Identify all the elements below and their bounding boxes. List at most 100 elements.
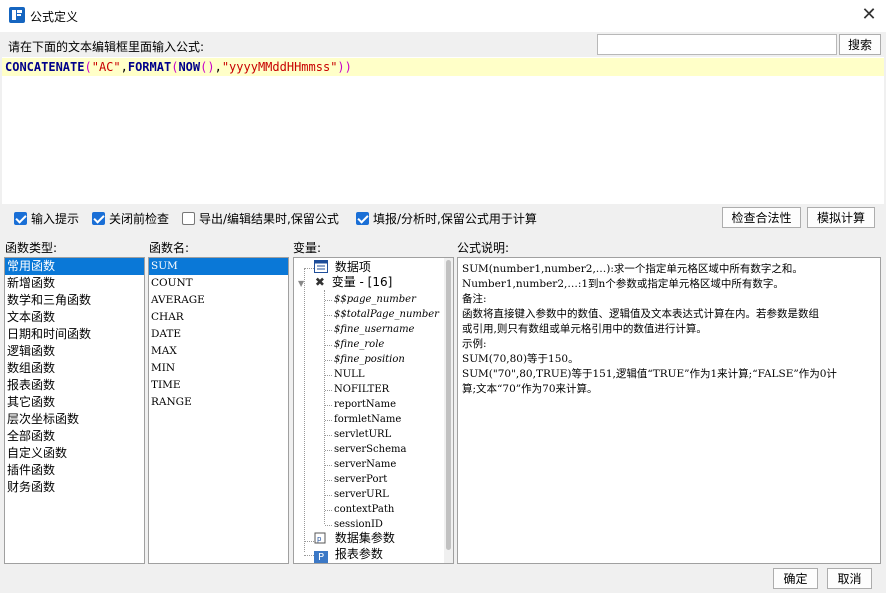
- func-name-item[interactable]: RANGE: [149, 394, 288, 411]
- variable-item[interactable]: serverSchema: [334, 442, 406, 457]
- description-line: SUM(number1,number2,…):求一个指定单元格区域中所有数字之和…: [462, 263, 803, 275]
- variable-item[interactable]: servletURL: [334, 427, 391, 442]
- editor-prompt: 请在下面的文本编辑框里面输入公式:: [8, 40, 205, 54]
- chevron-down-icon: ▼: [298, 279, 305, 288]
- simulate-calc-button[interactable]: 模拟计算: [807, 207, 875, 228]
- func-type-item[interactable]: 财务函数: [5, 479, 144, 496]
- func-name-item[interactable]: COUNT: [149, 275, 288, 292]
- formula-text[interactable]: CONCATENATE("AC",FORMAT(NOW(),"yyyyMMddH…: [2, 58, 884, 76]
- func-type-item[interactable]: 新增函数: [5, 275, 144, 292]
- variable-item[interactable]: $fine_position: [334, 352, 405, 367]
- formula-token: CONCATENATE: [5, 60, 85, 74]
- input-hint-label: 输入提示: [31, 211, 80, 226]
- variable-item[interactable]: NOFILTER: [334, 382, 389, 397]
- close-check-label: 关闭前检查: [109, 211, 170, 226]
- formula-editor[interactable]: CONCATENATE("AC",FORMAT(NOW(),"yyyyMMddH…: [2, 57, 884, 204]
- dataset-param-icon: p: [314, 532, 326, 544]
- input-hint-checkbox[interactable]: [14, 211, 27, 225]
- variable-item[interactable]: $fine_role: [334, 337, 384, 352]
- func-type-list[interactable]: 常用函数 新增函数 数学和三角函数 文本函数 日期和时间函数 逻辑函数 数组函数 报表函数 其它…: [4, 257, 145, 564]
- description-line: 函数将直接键入参数中的数值、逻辑值及文本表达式计算在内。若参数是数组: [462, 308, 819, 320]
- func-type-item[interactable]: 插件函数: [5, 462, 144, 479]
- report-param-icon: P: [314, 551, 328, 563]
- func-type-item[interactable]: 逻辑函数: [5, 343, 144, 360]
- func-type-item[interactable]: 其它函数: [5, 394, 144, 411]
- func-name-list[interactable]: SUM COUNT AVERAGE CHAR DATE MAX MIN TIME RANGE: [148, 257, 289, 564]
- formula-token: (): [200, 60, 215, 74]
- variable-item[interactable]: serverURL: [334, 487, 389, 502]
- tree-label-dataset: 数据项: [334, 260, 371, 274]
- svg-text:p: p: [317, 535, 322, 543]
- formula-description: SUM(number1,number2,…):求一个指定单元格区域中所有数字之和…: [457, 257, 881, 564]
- tree-node-dataset-params[interactable]: p 数据集参数: [314, 531, 395, 546]
- keep-formula-export-label: 导出/编辑结果时,保留公式: [199, 211, 339, 226]
- description-line: 备注:: [462, 293, 487, 305]
- variable-item[interactable]: contextPath: [334, 502, 394, 517]
- check-validity-button[interactable]: 检查合法性: [722, 207, 801, 228]
- variable-item[interactable]: serverPort: [334, 472, 387, 487]
- func-name-item[interactable]: MAX: [149, 343, 288, 360]
- formula-token: "AC": [91, 60, 121, 74]
- tree-label-variables: 变量 - [16]: [331, 275, 393, 289]
- description-line: 示例:: [462, 338, 487, 350]
- func-type-item[interactable]: 常用函数: [5, 258, 144, 275]
- option-close-check[interactable]: 关闭前检查: [92, 209, 169, 227]
- variable-item[interactable]: serverName: [334, 457, 396, 472]
- keep-formula-export-checkbox[interactable]: [182, 211, 195, 225]
- description-label: 公式说明:: [457, 241, 510, 255]
- close-check-checkbox[interactable]: [92, 211, 105, 225]
- cancel-button[interactable]: 取消: [827, 568, 872, 589]
- description-line: Number1,number2,…:1到n个参数或指定单元格区域中所有数字。: [462, 278, 784, 290]
- formula-token: NOW: [178, 60, 201, 74]
- variable-item[interactable]: sessionID: [334, 517, 383, 532]
- formula-token: "yyyyMMddHHmmss": [221, 60, 338, 74]
- variable-tree-scrollbar[interactable]: [444, 258, 453, 563]
- func-name-item[interactable]: SUM: [149, 258, 288, 275]
- func-type-item[interactable]: 报表函数: [5, 377, 144, 394]
- option-keep-formula-fill[interactable]: 填报/分析时,保留公式用于计算: [356, 209, 537, 227]
- func-type-item[interactable]: 数组函数: [5, 360, 144, 377]
- func-type-item[interactable]: 文本函数: [5, 309, 144, 326]
- search-input[interactable]: [597, 34, 837, 55]
- formula-token: ,: [120, 60, 128, 74]
- tree-node-report-params[interactable]: P 报表参数: [314, 547, 383, 563]
- func-name-item[interactable]: TIME: [149, 377, 288, 394]
- func-type-item[interactable]: 层次坐标函数: [5, 411, 144, 428]
- scrollbar-thumb[interactable]: [446, 260, 451, 550]
- formula-token: FORMAT: [127, 60, 172, 74]
- variable-x-icon: ✖: [314, 275, 325, 289]
- option-input-hint[interactable]: 输入提示: [14, 209, 79, 227]
- func-name-item[interactable]: AVERAGE: [149, 292, 288, 309]
- formula-token: (: [84, 60, 92, 74]
- search-button[interactable]: 搜索: [839, 34, 881, 55]
- option-keep-formula-export[interactable]: 导出/编辑结果时,保留公式: [182, 209, 339, 227]
- func-name-item[interactable]: MIN: [149, 360, 288, 377]
- description-line: 或引用,则只有数组或单元格引用中的数值进行计算。: [462, 323, 707, 335]
- func-name-item[interactable]: DATE: [149, 326, 288, 343]
- func-type-item[interactable]: 全部函数: [5, 428, 144, 445]
- variable-item[interactable]: $$totalPage_number: [334, 307, 439, 322]
- func-name-label: 函数名:: [149, 241, 190, 255]
- table-icon: [314, 260, 328, 273]
- keep-formula-fill-checkbox[interactable]: [356, 211, 369, 225]
- variable-item[interactable]: $fine_username: [334, 322, 414, 337]
- tree-node-dataset[interactable]: 数据项: [314, 260, 371, 275]
- ok-button[interactable]: 确定: [773, 568, 818, 589]
- variable-item[interactable]: NULL: [334, 367, 364, 382]
- window-title: 公式定义: [30, 10, 79, 24]
- variable-item[interactable]: $$page_number: [334, 292, 416, 307]
- variable-item[interactable]: reportName: [334, 397, 396, 412]
- func-type-item[interactable]: 日期和时间函数: [5, 326, 144, 343]
- func-type-item[interactable]: 数学和三角函数: [5, 292, 144, 309]
- tree-node-variables[interactable]: ▼ ✖ 变量 - [16]: [298, 275, 392, 290]
- tree-label-dataset-params: 数据集参数: [334, 531, 395, 545]
- variable-label: 变量:: [293, 241, 322, 255]
- variable-item[interactable]: formletName: [334, 412, 401, 427]
- app-logo-icon: [9, 7, 25, 23]
- formula-token: ,: [214, 60, 222, 74]
- func-type-item[interactable]: 自定义函数: [5, 445, 144, 462]
- close-button[interactable]: ✕: [852, 0, 886, 32]
- description-line: SUM(70,80)等于150。: [462, 353, 579, 365]
- variable-tree[interactable]: 数据项 ▼ ✖ 变量 - [16] $$page_number $$totalPa…: [293, 257, 454, 564]
- func-name-item[interactable]: CHAR: [149, 309, 288, 326]
